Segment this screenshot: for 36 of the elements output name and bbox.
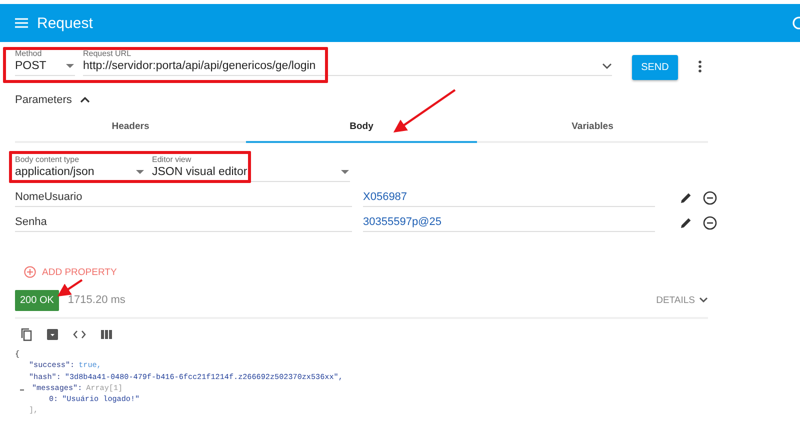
url-field[interactable]: Request URL http://servidor:porta/api/api/genericos/ge/login — [83, 49, 612, 76]
chevron-down-icon[interactable] — [699, 297, 708, 303]
dropdown-caret-icon[interactable] — [340, 169, 350, 175]
tab[interactable]: Headers — [15, 115, 246, 143]
code-icon[interactable] — [73, 330, 86, 338]
property-value-field[interactable]: 30355597p@25 — [363, 214, 655, 232]
method-dropdown[interactable]: Method POST — [15, 49, 75, 76]
page-title: Request — [37, 14, 93, 32]
details-button[interactable]: DETAILS — [656, 294, 708, 306]
property-value-field[interactable]: X056987 — [363, 189, 655, 207]
annotation-arrow — [393, 89, 456, 132]
property-name-field[interactable]: NomeUsuario — [15, 189, 352, 207]
more-options-icon[interactable] — [698, 60, 702, 73]
remove-icon[interactable] — [703, 191, 717, 205]
property-name-field[interactable]: Senha — [15, 214, 352, 232]
content-type-dropdown[interactable]: Body content type application/json — [15, 155, 145, 182]
status-badge: 200 OK — [15, 290, 59, 310]
chevron-up-icon[interactable] — [80, 97, 90, 103]
response-time: 1715.20 ms — [68, 294, 126, 306]
tab[interactable]: Variables — [477, 115, 708, 143]
copy-icon[interactable] — [21, 328, 32, 340]
collapse-icon[interactable] — [19, 386, 25, 393]
archive-icon[interactable] — [47, 328, 58, 340]
section-label: Parameters — [15, 94, 72, 106]
dropdown-caret-icon[interactable] — [65, 63, 75, 69]
tab[interactable]: Body — [246, 115, 477, 143]
menu-icon[interactable] — [15, 18, 28, 28]
remove-icon[interactable] — [703, 216, 717, 230]
edit-icon[interactable] — [680, 217, 692, 229]
edit-icon[interactable] — [680, 192, 692, 204]
chevron-down-icon[interactable] — [602, 63, 612, 69]
dropdown-caret-icon[interactable] — [135, 169, 145, 175]
columns-icon[interactable] — [101, 330, 112, 338]
add-icon[interactable] — [24, 266, 36, 278]
editor-view-dropdown[interactable]: Editor view JSON visual editor — [152, 155, 350, 182]
annotation-arrow — [57, 279, 83, 296]
